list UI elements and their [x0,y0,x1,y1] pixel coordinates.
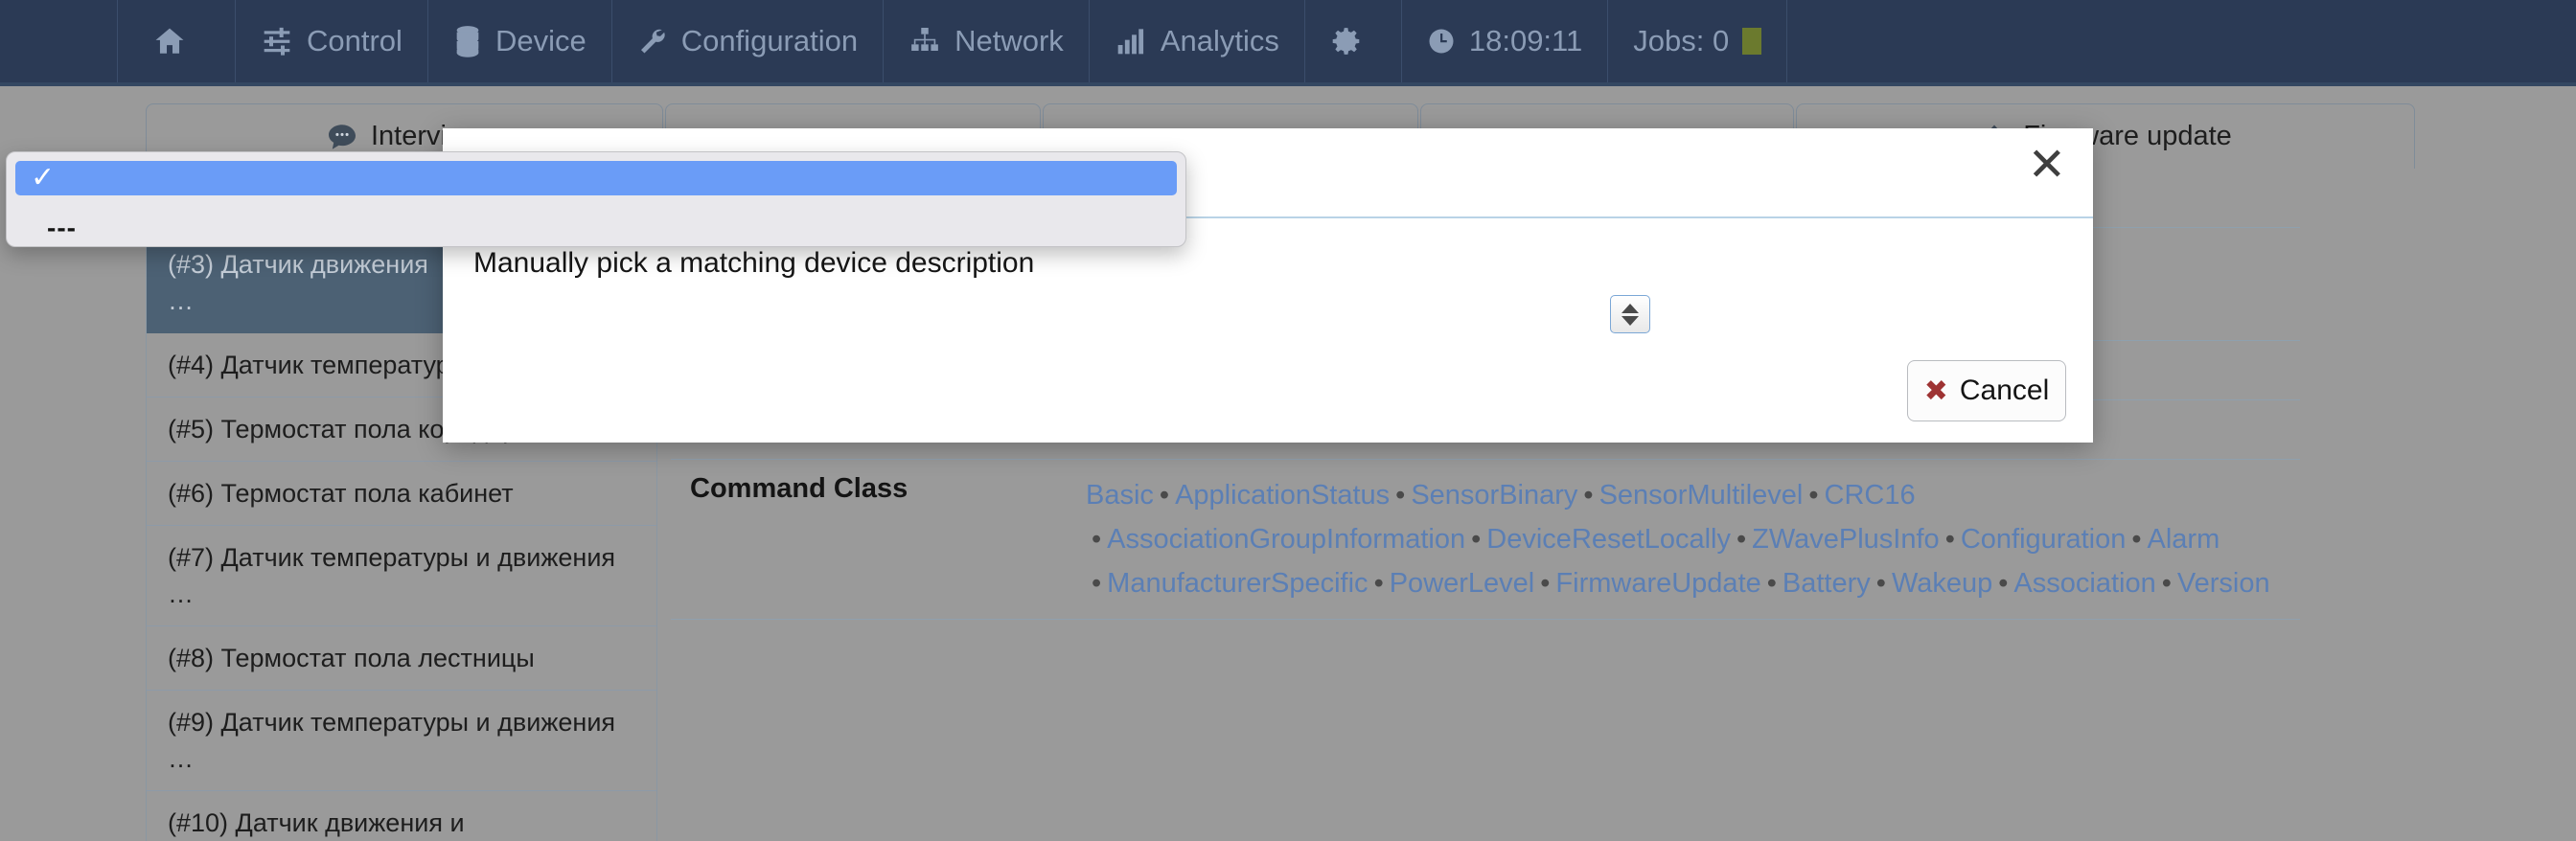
nav-label-jobs: Jobs: 0 [1633,24,1730,57]
select-stepper-control[interactable] [1610,295,1650,333]
nav-left-spacer [0,0,118,82]
command-class-separator: • [1998,568,2009,599]
device-list-item-label: (#8) Термостат пола лестницы [168,644,535,672]
nav-item-jobs[interactable]: Jobs: 0 [1608,0,1788,82]
command-class-link[interactable]: Alarm [2148,524,2220,555]
cancel-x-icon: ✖ [1923,374,1948,408]
command-class-link[interactable]: FirmwareUpdate [1555,568,1760,599]
command-class-separator: • [1092,524,1102,555]
command-class-separator: • [1944,524,1955,555]
command-class-separator: • [1808,480,1819,511]
command-class-link[interactable]: Basic [1086,480,1154,511]
command-class-link[interactable]: Association [2013,568,2155,599]
app-root: Control Device Configuration Network Ana… [0,0,2576,841]
command-class-separator: • [2161,568,2172,599]
top-navigation-bar: Control Device Configuration Network Ana… [0,0,2576,86]
sliders-icon [261,26,293,57]
command-class-line: • ManufacturerSpecific • PowerLevel • Firmwar… [1086,561,2300,605]
command-class-separator: • [1583,480,1594,511]
nav-label-analytics: Analytics [1160,24,1279,57]
wrench-icon [637,25,668,57]
command-class-link[interactable]: Wakeup [1892,568,1992,599]
device-list-item-label: (#7) Датчик температуры и движения [168,543,616,572]
modal-body: Manually pick a matching device descript… [443,218,2093,443]
command-class-links: Basic • ApplicationStatus • SensorBinary • Sen… [1069,459,2300,620]
nav-item-settings[interactable] [1305,0,1402,82]
nav-item-analytics[interactable]: Analytics [1090,0,1305,82]
dropdown-option-selected[interactable]: ✓ [15,161,1177,195]
clock-icon [1427,27,1456,56]
nav-label-network: Network [954,24,1064,57]
bar-chart-icon [1115,26,1147,57]
command-class-link[interactable]: Version [2177,568,2270,599]
device-list-item-ellipsis: … [168,580,194,608]
chevron-up-icon [1622,303,1639,313]
device-list-item-label: (#4) Датчик температуры [168,351,470,379]
command-class-separator: • [1540,568,1551,599]
close-icon[interactable]: ✕ [2028,142,2066,188]
home-icon [152,25,187,57]
modal-instruction-text: Manually pick a matching device descript… [473,247,1035,279]
nav-item-device[interactable]: Device [428,0,612,82]
nav-item-configuration[interactable]: Configuration [612,0,885,82]
device-description-dropdown-popup[interactable]: ✓ --- [6,151,1186,247]
device-list-item[interactable]: (#10) Датчик движения и [147,791,656,841]
command-class-separator: • [1766,568,1777,599]
cancel-button[interactable]: ✖ Cancel [1907,360,2066,421]
device-list-item[interactable]: (#7) Датчик температуры и движения … [147,526,656,626]
command-class-link[interactable]: Configuration [1961,524,2127,555]
nav-item-home[interactable] [118,0,236,82]
command-class-link[interactable]: CRC16 [1825,480,1916,511]
database-icon [453,25,482,57]
nav-item-network[interactable]: Network [884,0,1090,82]
command-class-link[interactable]: ZWavePlusInfo [1752,524,1940,555]
command-class-separator: • [1373,568,1384,599]
device-list-item[interactable]: (#6) Термостат пола кабинет [147,462,656,526]
detail-key: Command Class [671,459,1069,620]
command-class-separator: • [1159,480,1170,511]
device-list-item[interactable]: (#9) Датчик температуры и движения … [147,691,656,791]
command-class-line: • AssociationGroupInformation • DeviceReset… [1086,517,2300,561]
command-class-link[interactable]: ApplicationStatus [1175,480,1390,511]
nav-label-configuration: Configuration [680,24,859,57]
job-status-square [1742,28,1762,55]
chevron-down-icon [1622,315,1639,326]
command-class-link[interactable]: PowerLevel [1390,568,1535,599]
nav-label-control: Control [307,24,402,57]
device-list-item-label: (#9) Датчик температуры и движения [168,708,616,737]
command-class-line: Basic • ApplicationStatus • SensorBinary • Sen… [1086,473,2300,517]
device-description-select[interactable] [458,293,2078,333]
cancel-button-label: Cancel [1959,375,2050,406]
command-class-link[interactable]: ManufacturerSpecific [1107,568,1368,599]
command-class-separator: • [1092,568,1102,599]
command-class-separator: • [1395,480,1406,511]
device-list-item[interactable]: (#8) Термостат пола лестницы [147,626,656,691]
command-class-separator: • [2131,524,2142,555]
command-class-separator: • [1736,524,1747,555]
dropdown-option[interactable]: --- [15,211,1177,245]
dropdown-option-label: --- [47,213,77,242]
device-list-item-label: (#10) Датчик движения и [168,808,465,837]
command-class-link[interactable]: SensorMultilevel [1599,480,1804,511]
nav-right-spacer [1787,0,2576,82]
check-icon: ✓ [31,161,56,194]
nav-label-clock: 18:09:11 [1468,24,1583,57]
detail-row-command-class: Command Class Basic • ApplicationStatus • Se… [671,459,2300,620]
command-class-separator: • [1875,568,1886,599]
nav-item-clock[interactable]: 18:09:11 [1402,0,1609,82]
device-list-item-ellipsis: … [168,744,194,773]
command-class-link[interactable]: Battery [1782,568,1871,599]
device-list-item-label: (#6) Термостат пола кабинет [168,479,514,508]
command-class-link[interactable]: AssociationGroupInformation [1107,524,1465,555]
gear-icon [1330,25,1363,57]
command-class-link[interactable]: DeviceResetLocally [1486,524,1731,555]
sitemap-icon [908,26,941,57]
command-class-separator: • [1471,524,1482,555]
nav-label-device: Device [494,24,586,57]
comment-icon [327,124,357,150]
device-list-item-label: (#3) Датчик движения [168,250,428,279]
nav-item-control[interactable]: Control [236,0,428,82]
command-class-link[interactable]: SensorBinary [1411,480,1577,511]
